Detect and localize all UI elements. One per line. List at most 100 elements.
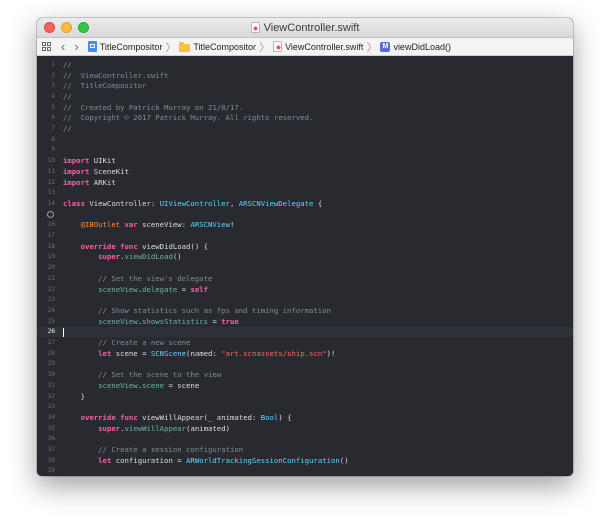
code-line[interactable]: 5 // Created by Patrick Murray on 21/8/17… (37, 102, 573, 113)
code-token: viewWillAppear (124, 423, 187, 433)
code-line[interactable]: 12 import ARKit (37, 177, 573, 188)
line-number: 4 (51, 92, 55, 100)
line-number: 24 (47, 306, 55, 314)
code-line[interactable]: 24 // Show statistics such as fps and ti… (37, 305, 573, 316)
code-text: // (63, 60, 72, 69)
code-token: viewWillAppear(_ animated: (137, 412, 261, 422)
code-line[interactable]: 25 sceneView.showsStatistics = true (37, 316, 573, 327)
jumpbar-file[interactable]: ViewController.swift (273, 41, 363, 52)
code-line[interactable]: 27 // Create a new scene (37, 337, 573, 348)
code-line[interactable]: 29 (37, 359, 573, 370)
code-line[interactable]: 16 @IBOutlet var sceneView: ARSCNView! (37, 220, 573, 231)
code-token: ViewController: (84, 198, 160, 208)
jumpbar-symbol[interactable]: M viewDidLoad() (380, 41, 451, 52)
jumpbar-file-label: ViewController.swift (285, 41, 364, 52)
code-token: true (221, 316, 239, 326)
code-line[interactable]: 19 super.viewDidLoad() (37, 252, 573, 263)
code-token: , (229, 198, 239, 208)
code-token: (animated) (186, 423, 230, 433)
code-line[interactable]: 28 let scene = SCNScene(named: "art.scna… (37, 348, 573, 359)
code-token: () (172, 252, 182, 262)
chevron-right-icon: 〉 (259, 41, 271, 54)
code-text: override func viewDidLoad() { (63, 242, 208, 251)
code-line[interactable]: 10 import UIKit (37, 155, 573, 166)
forward-arrow-icon[interactable]: › (74, 40, 78, 53)
jumpbar-symbol-label: viewDidLoad() (393, 41, 451, 52)
code-token: self (190, 284, 209, 294)
code-line[interactable]: 13 (37, 187, 573, 198)
code-line[interactable]: 7 // (37, 123, 573, 134)
code-line[interactable]: 1 // (37, 59, 573, 70)
code-text: // Set the view's delegate (63, 274, 212, 283)
code-token: // Created by Patrick Murray on 21/8/17. (63, 102, 244, 112)
code-text: // Show statistics such as fps and timin… (63, 306, 331, 315)
code-line[interactable]: 32 } (37, 391, 573, 402)
line-number: 36 (47, 435, 55, 443)
jumpbar-group[interactable]: TitleCompositor (179, 41, 257, 52)
code-line[interactable]: 8 (37, 134, 573, 145)
code-token: )! (326, 348, 336, 358)
code-line[interactable]: 34 override func viewWillAppear(_ animat… (37, 412, 573, 423)
code-line[interactable]: 37 // Create a session configuration (37, 444, 573, 455)
code-line[interactable]: 39 (37, 466, 573, 476)
code-token: let (98, 455, 112, 465)
code-text: let scene = SCNScene(named: "art.scnasse… (63, 349, 335, 358)
code-line[interactable]: 30 // Set the scene to the view (37, 369, 573, 380)
line-number: 38 (47, 456, 55, 464)
code-token: UIKit (89, 156, 116, 166)
code-line[interactable]: 20 (37, 262, 573, 273)
code-editor[interactable]: 1 // 2 // ViewController.swift 3 // TitleComp… (37, 56, 573, 476)
code-text: // Copyright © 2017 Patrick Murray. All … (63, 113, 313, 122)
code-line[interactable]: 35 super.viewWillAppear(animated) (37, 423, 573, 434)
code-line[interactable]: 22 sceneView.delegate = self (37, 284, 573, 295)
code-token: let (98, 348, 112, 358)
line-number: 35 (47, 424, 55, 432)
code-line[interactable]: 31 sceneView.scene = scene (37, 380, 573, 391)
code-token: // TitleCompositor (63, 81, 147, 91)
line-number: 14 (47, 199, 55, 207)
code-token: SCNScene (150, 348, 187, 358)
chevron-right-icon: 〉 (165, 41, 177, 54)
code-token: override (80, 412, 116, 422)
code-text: // (63, 92, 72, 101)
code-line[interactable]: 17 (37, 230, 573, 241)
line-number: 10 (47, 157, 55, 165)
code-line[interactable]: 3 // TitleCompositor (37, 80, 573, 91)
code-line[interactable]: 26 (37, 326, 573, 338)
code-token: = (208, 316, 222, 326)
code-line[interactable]: 36 (37, 434, 573, 445)
line-number: 11 (47, 167, 55, 175)
code-line[interactable]: 9 (37, 145, 573, 156)
code-token: scene (142, 380, 165, 390)
code-line[interactable]: 2 // ViewController.swift (37, 70, 573, 81)
code-line[interactable]: 38 let configuration = ARWorldTrackingSe… (37, 455, 573, 466)
code-token: import (63, 177, 90, 187)
jumpbar-project[interactable]: TitleCompositor (87, 41, 162, 52)
method-icon: M (380, 41, 391, 52)
code-line[interactable]: 14 class ViewController: UIViewController… (37, 198, 573, 209)
code-line[interactable]: 23 (37, 294, 573, 305)
related-items-icon[interactable] (42, 42, 51, 51)
code-line[interactable]: 11 import SceneKit (37, 166, 573, 177)
code-token: ARKit (89, 177, 116, 187)
connection-indicator[interactable] (37, 210, 55, 218)
code-line[interactable]: 6 // Copyright © 2017 Patrick Murray. All… (37, 113, 573, 124)
code-line[interactable]: 33 (37, 401, 573, 412)
code-line[interactable]: 21 // Set the view's delegate (37, 273, 573, 284)
outlet-circle-icon[interactable] (47, 210, 54, 218)
code-text: class ViewController: UIViewController, … (63, 199, 322, 208)
window-title-label: ViewController.swift (263, 21, 360, 34)
jumpbar-group-label: TitleCompositor (193, 41, 257, 52)
line-number: 20 (47, 264, 55, 272)
code-token: ARSCNViewDelegate (238, 198, 314, 208)
code-line[interactable] (37, 209, 573, 220)
line-number: 27 (47, 339, 55, 347)
code-line[interactable]: 18 override func viewDidLoad() { (37, 241, 573, 252)
code-token: override (80, 241, 116, 251)
code-line[interactable]: 4 // (37, 91, 573, 102)
back-arrow-icon[interactable]: ‹ (61, 40, 65, 53)
line-number: 12 (47, 178, 55, 186)
